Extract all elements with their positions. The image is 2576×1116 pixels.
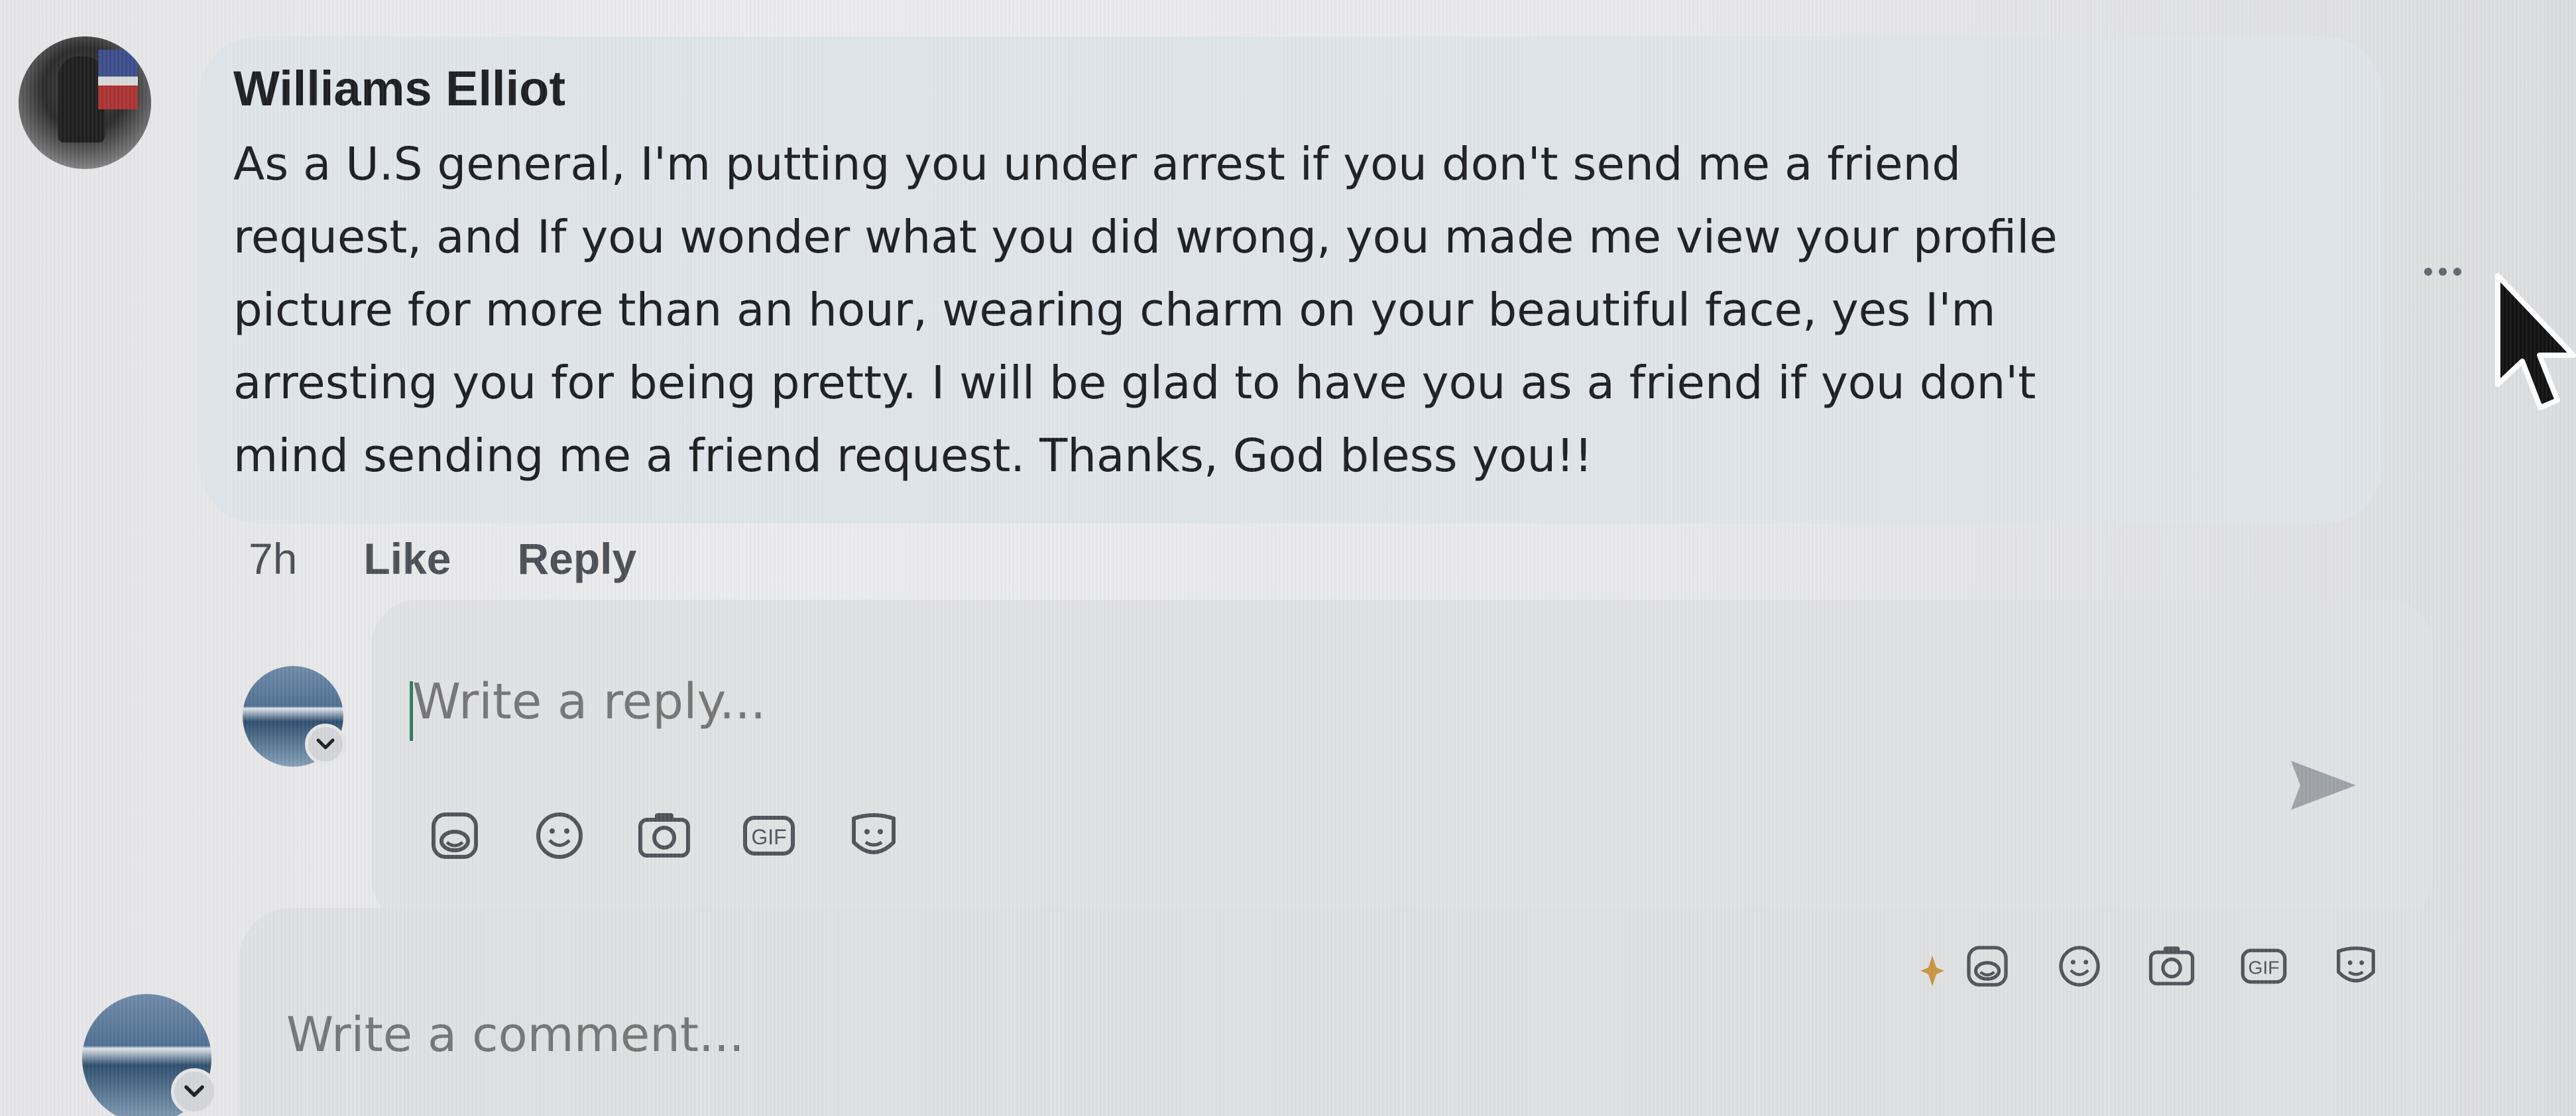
gif-icon[interactable]: GIF	[2239, 941, 2289, 991]
camera-icon[interactable]	[2146, 941, 2197, 991]
comment-input[interactable]	[285, 1006, 1945, 1063]
more-dot	[2424, 268, 2432, 276]
like-link[interactable]: Like	[363, 533, 451, 584]
author-avatar[interactable]	[19, 36, 151, 169]
reply-input[interactable]	[411, 673, 2270, 731]
reply-composer: GIF	[371, 600, 2433, 924]
more-dot	[2439, 268, 2447, 276]
account-switch-chevron-icon[interactable]	[171, 1068, 217, 1115]
sticker-icon[interactable]	[1962, 941, 2013, 991]
account-switch-chevron-icon[interactable]	[305, 724, 346, 765]
comment-actions: 7h Like Reply	[249, 533, 703, 584]
send-icon[interactable]	[2287, 755, 2360, 815]
more-dot	[2453, 268, 2461, 276]
author-name[interactable]: Williams Elliot	[233, 64, 2343, 113]
mouse-pointer-icon	[2492, 272, 2576, 418]
comment-timestamp[interactable]: 7h	[249, 533, 297, 584]
more-options-button[interactable]	[2413, 252, 2473, 292]
camera-icon[interactable]	[634, 805, 695, 866]
sparkle-icon	[1919, 954, 1946, 987]
svg-text:GIF: GIF	[751, 825, 786, 849]
comment-bubble: Williams Elliot As a U.S general, I'm pu…	[199, 36, 2383, 524]
svg-text:GIF: GIF	[2249, 956, 2280, 977]
reply-toolbar: GIF	[424, 805, 948, 866]
avatar-sticker-icon[interactable]	[843, 805, 904, 866]
avatar-flag	[98, 50, 138, 109]
emoji-icon[interactable]	[529, 805, 590, 866]
comment-composer	[239, 908, 2459, 1116]
gif-icon[interactable]: GIF	[738, 805, 799, 866]
reply-link[interactable]: Reply	[518, 533, 637, 584]
comment-thread: Williams Elliot As a U.S general, I'm pu…	[0, 0, 2576, 1116]
comment-text: As a U.S general, I'm putting you under …	[233, 138, 2058, 482]
emoji-icon[interactable]	[2054, 941, 2105, 991]
avatar-sticker-icon[interactable]	[2331, 941, 2381, 991]
sticker-icon[interactable]	[424, 805, 485, 866]
comment-toolbar: GIF	[1962, 941, 2423, 991]
